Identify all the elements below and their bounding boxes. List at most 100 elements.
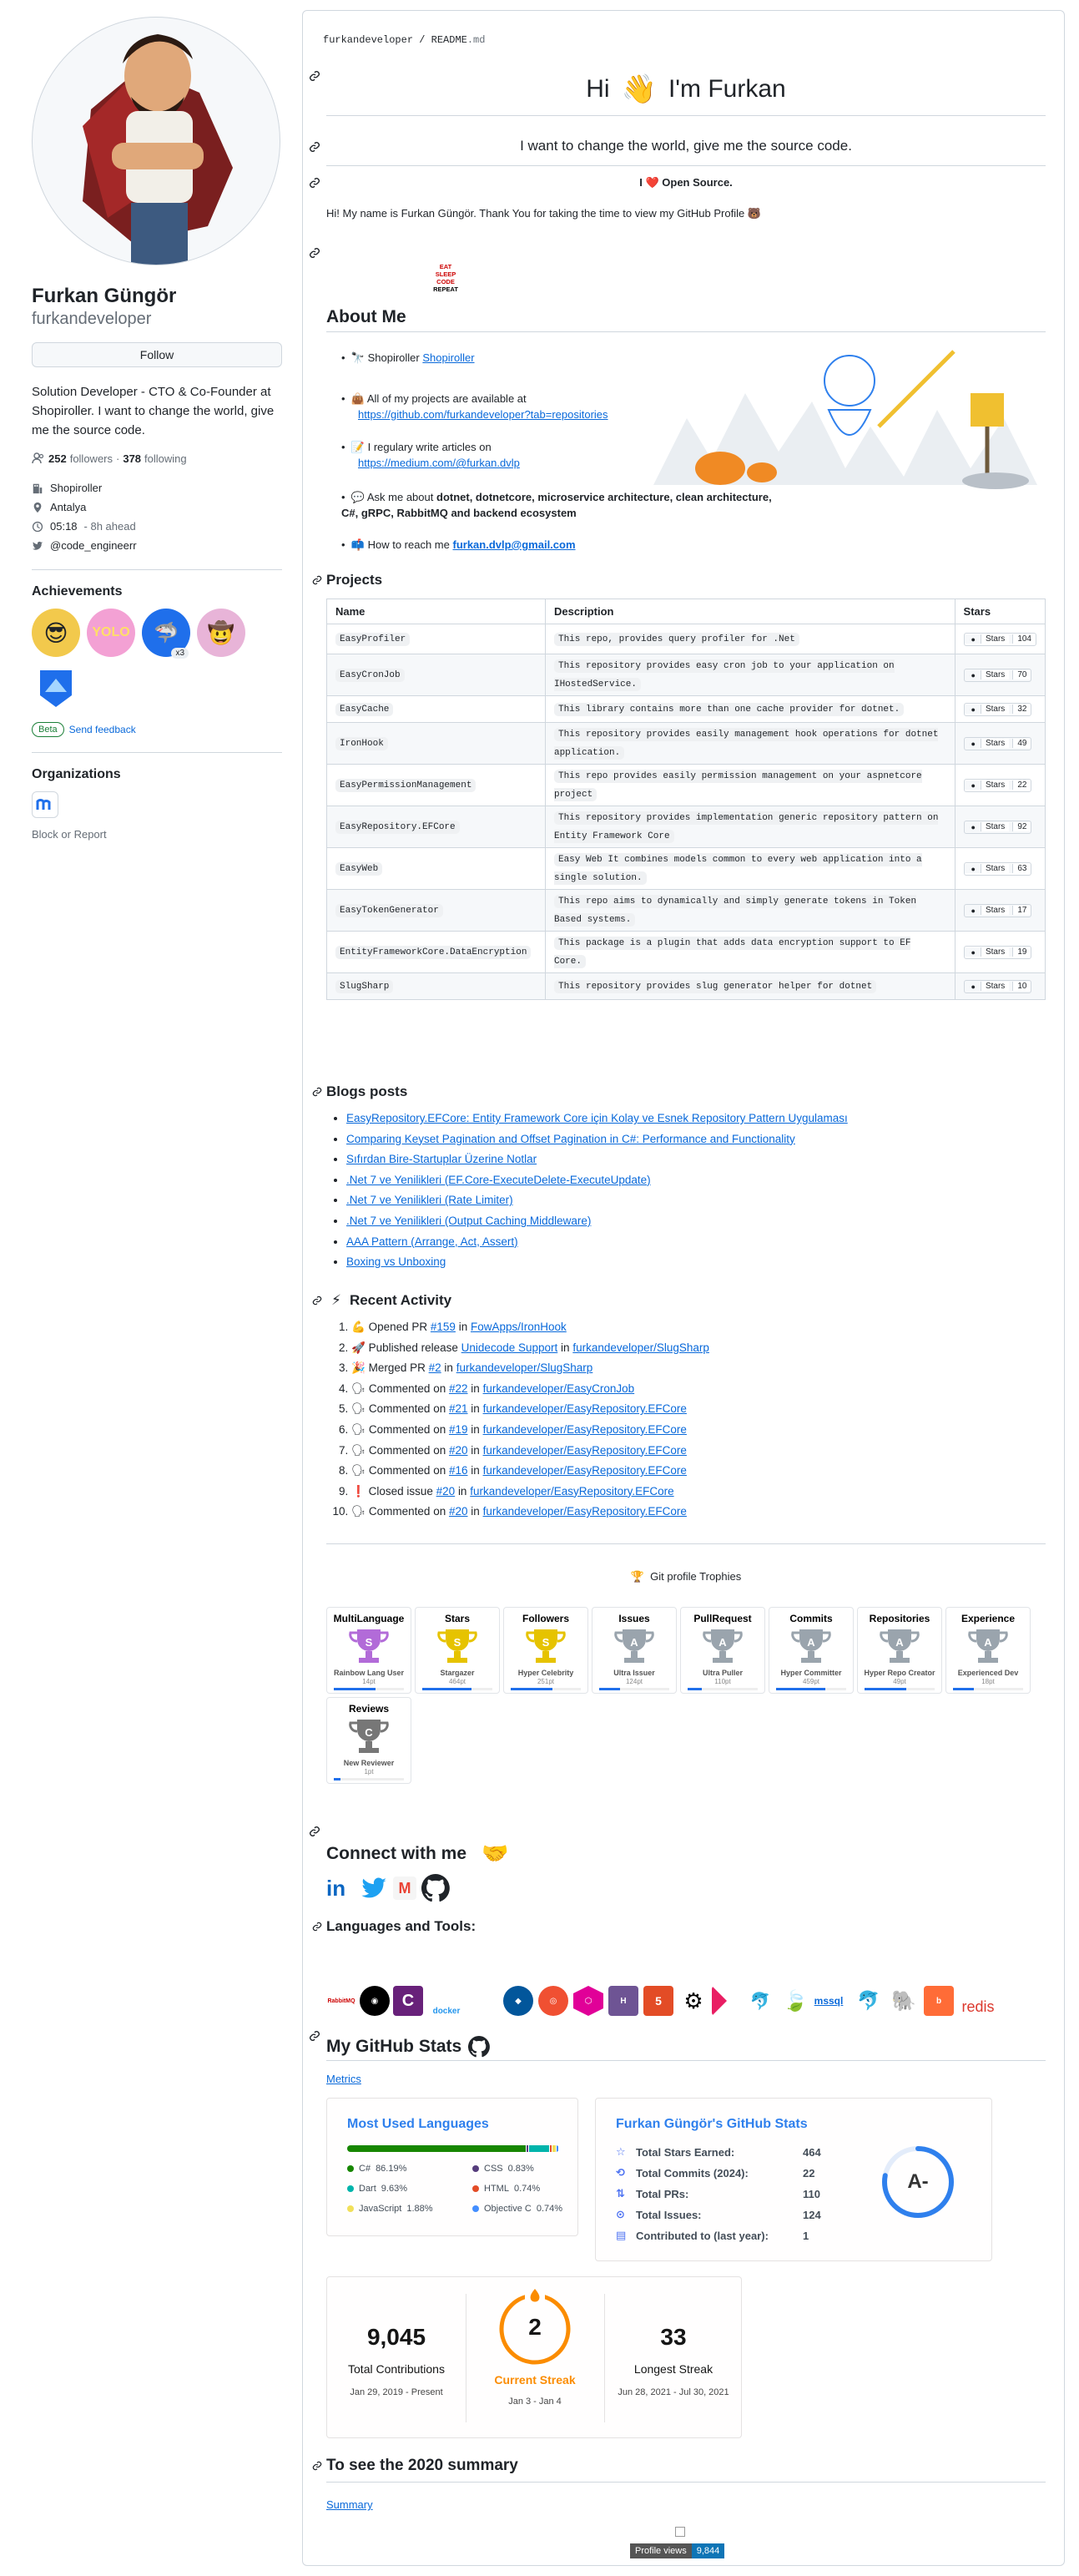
blog-link[interactable]: .Net 7 ve Yenilikleri (Rate Limiter) [346,1194,513,1206]
profile-avatar[interactable]: 🏠 [32,17,280,265]
activity-repo-link[interactable]: furkandeveloper/EasyCronJob [483,1382,635,1395]
blog-link[interactable]: .Net 7 ve Yenilikleri (EF.Core-ExecuteDe… [346,1174,651,1186]
blog-link[interactable]: EasyRepository.EFCore: Entity Framework … [346,1112,848,1124]
achievement-badge[interactable]: 😎 [32,609,80,657]
stars-badge[interactable]: ● Stars 92 [963,820,1032,834]
anchor-link-icon[interactable] [311,1086,323,1098]
repositories-link[interactable]: https://github.com/furkandeveloper?tab=r… [358,408,608,421]
anchor-link-icon[interactable] [311,1295,323,1306]
blog-link[interactable]: AAA Pattern (Arrange, Act, Assert) [346,1235,518,1248]
trophy-card[interactable]: Reviews C New Reviewer 1pt [326,1697,411,1784]
blog-link[interactable]: Comparing Keyset Pagination and Offset P… [346,1133,795,1145]
stars-badge[interactable]: ● Stars 70 [963,668,1032,682]
shopiroller-link[interactable]: Shopiroller [422,351,474,364]
achievement-badge[interactable] [32,664,80,712]
achievement-badge[interactable]: 🦈 x3 [142,609,190,659]
git-icon[interactable]: ◎ [538,1986,568,2016]
trophy-card[interactable]: Commits A Hyper Committer 459pt [769,1607,854,1694]
twitter-handle[interactable]: @code_engineerr [50,538,137,554]
mongodb-icon[interactable]: 🍃 [780,1986,810,2016]
redis-icon[interactable]: redis [959,1986,997,2016]
blog-link[interactable]: .Net 7 ve Yenilikleri (Output Caching Mi… [346,1215,591,1227]
anchor-link-icon[interactable] [311,2460,323,2472]
project-name[interactable]: EasyTokenGenerator [335,903,443,917]
stars-badge[interactable]: ● Stars 32 [963,702,1032,716]
project-name[interactable]: EasyRepository.EFCore [335,820,460,834]
rabbitmq-icon[interactable]: RabbitMQ [326,1986,356,2016]
twitter-icon[interactable] [360,1874,388,1902]
stars-badge[interactable]: ● Stars 49 [963,736,1032,750]
company-name[interactable]: Shopiroller [50,480,102,497]
stars-badge[interactable]: ● Stars 10 [963,979,1032,993]
html5-icon[interactable]: 5 [643,1986,673,2016]
github-icon[interactable] [421,1874,450,1902]
anchor-link-icon[interactable] [308,2029,321,2043]
mssql-image[interactable]: mssql [814,1986,844,2016]
dotnet-icon[interactable] [468,1986,498,2016]
activity-repo-link[interactable]: furkandeveloper/EasyRepository.EFCore [483,1402,687,1415]
stars-badge[interactable]: ● Stars 17 [963,903,1032,917]
achievements-heading[interactable]: Achievements [32,583,285,600]
trophy-card[interactable]: Issues A Ultra Issuer 124pt [592,1607,677,1694]
activity-ref-link[interactable]: #19 [449,1423,468,1436]
activity-ref-link[interactable]: #159 [431,1321,456,1333]
project-name[interactable]: EasyPermissionManagement [335,778,476,792]
summary-link[interactable]: Summary [326,2498,373,2511]
activity-repo-link[interactable]: furkandeveloper/EasyRepository.EFCore [483,1444,687,1457]
send-feedback-link[interactable]: Send feedback [69,724,136,735]
path-user[interactable]: furkandeveloper [323,34,413,46]
activity-ref-link[interactable]: #20 [449,1505,468,1518]
medium-link[interactable]: https://medium.com/@furkan.dvlp [358,457,520,469]
anchor-link-icon[interactable] [308,246,321,260]
kafka-icon[interactable]: ⚙ [678,1986,708,2016]
metrics-image-link[interactable]: Metrics [326,2073,361,2085]
activity-ref-link[interactable]: #20 [436,1485,456,1498]
trophy-card[interactable]: PullRequest A Ultra Puller 110pt [680,1607,765,1694]
anchor-link-icon[interactable] [308,140,321,154]
achievement-badge[interactable]: YOLO [87,609,135,657]
project-name[interactable]: EasyCronJob [335,668,405,682]
trophy-card[interactable]: MultiLanguage S Rainbow Lang User 14pt [326,1607,411,1694]
csharp-icon[interactable]: C [393,1986,423,2016]
following-label[interactable]: following [144,452,187,465]
followers-label[interactable]: followers [70,452,113,465]
activity-repo-link[interactable]: furkandeveloper/EasyRepository.EFCore [483,1423,687,1436]
activity-repo-link[interactable]: furkandeveloper/EasyRepository.EFCore [470,1485,673,1498]
achievement-badge[interactable]: 🤠 [197,609,245,657]
postgresql-icon[interactable]: 🐘 [889,1986,919,2016]
docker-icon[interactable]: docker [428,1986,465,2016]
flutter-icon[interactable]: ◆ [503,1986,533,2016]
blog-link[interactable]: Sıfırdan Bire-Startuplar Üzerine Notlar [346,1153,537,1165]
organization-avatar[interactable] [32,791,58,818]
project-name[interactable]: EasyWeb [335,861,383,876]
anchor-link-icon[interactable] [311,1921,323,1932]
activity-repo-link[interactable]: furkandeveloper/EasyRepository.EFCore [483,1464,687,1477]
activity-repo-link[interactable]: furkandeveloper/EasyRepository.EFCore [483,1505,687,1518]
anchor-link-icon[interactable] [311,574,323,586]
postman-icon[interactable]: b [924,1986,954,2016]
mysql-icon[interactable]: 🐬 [854,1986,884,2016]
trophy-card[interactable]: Stars S Stargazer 464pt [415,1607,500,1694]
heroku-icon[interactable]: H [608,1986,638,2016]
anchor-link-icon[interactable] [308,176,321,189]
mariadb-icon[interactable]: 🐬 [745,1986,775,2016]
trophy-card[interactable]: Repositories A Hyper Repo Creator 49pt [857,1607,942,1694]
kibana-icon[interactable] [712,1986,727,2016]
follow-button[interactable]: Follow [32,342,282,367]
anchor-link-icon[interactable] [308,69,321,83]
activity-ref-link[interactable]: #2 [429,1361,441,1374]
activity-repo-link[interactable]: furkandeveloper/SlugSharp [456,1361,593,1374]
linkedin-icon[interactable]: in [326,1874,355,1902]
status-emoji-badge[interactable]: 🏠 [254,210,280,236]
activity-ref-link[interactable]: #20 [449,1444,468,1457]
stars-badge[interactable]: ● Stars 104 [963,632,1036,646]
project-name[interactable]: EasyCache [335,702,394,716]
activity-ref-link[interactable]: #16 [449,1464,468,1477]
stars-badge[interactable]: ● Stars 19 [963,945,1032,959]
project-name[interactable]: EntityFrameworkCore.DataEncryption [335,945,532,959]
trophy-card[interactable]: Followers S Hyper Celebrity 251pt [503,1607,588,1694]
circleci-icon[interactable]: ◉ [360,1986,390,2016]
project-name[interactable]: IronHook [335,736,388,750]
activity-repo-link[interactable]: FowApps/IronHook [471,1321,567,1333]
blog-link[interactable]: Boxing vs Unboxing [346,1255,446,1268]
